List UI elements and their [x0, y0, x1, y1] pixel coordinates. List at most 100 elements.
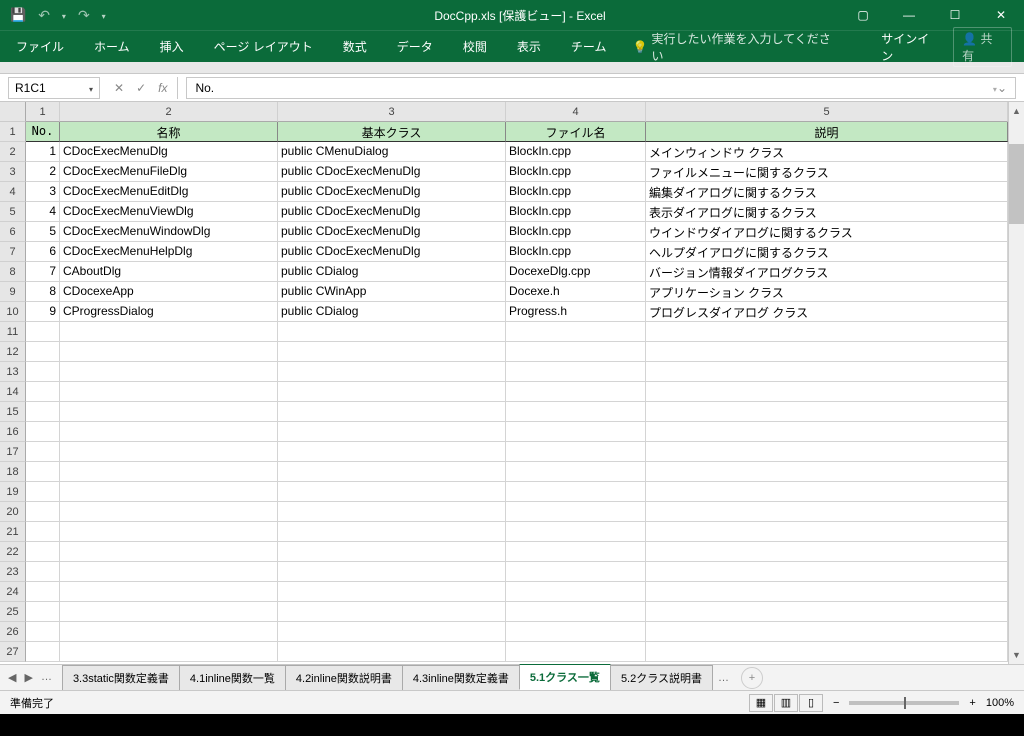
table-row[interactable] [26, 542, 1008, 562]
table-row[interactable] [26, 322, 1008, 342]
minimize-icon[interactable]: — [886, 0, 932, 30]
table-row[interactable] [26, 442, 1008, 462]
cell-desc[interactable]: 表示ダイアログに関するクラス [646, 202, 1008, 222]
cell-no[interactable]: 7 [26, 262, 60, 282]
vertical-scrollbar[interactable]: ▲ ▼ [1008, 102, 1024, 664]
table-row[interactable] [26, 622, 1008, 642]
table-row[interactable]: 6CDocExecMenuHelpDlgpublic CDocExecMenuD… [26, 242, 1008, 262]
fx-icon[interactable]: fx [158, 81, 167, 95]
cell-file[interactable]: BlockIn.cpp [506, 162, 646, 182]
maximize-icon[interactable]: ☐ [932, 0, 978, 30]
cell-file[interactable]: BlockIn.cpp [506, 182, 646, 202]
cell-desc[interactable]: メインウィンドウ クラス [646, 142, 1008, 162]
row-header[interactable]: 6 [0, 222, 26, 242]
cell-no[interactable]: 8 [26, 282, 60, 302]
col-header[interactable]: 5 [646, 102, 1008, 122]
ribbon-tab[interactable]: データ [393, 32, 437, 61]
scroll-up-icon[interactable]: ▲ [1009, 102, 1024, 120]
header-cell[interactable]: No. [26, 122, 60, 142]
cell-base[interactable]: public CDocExecMenuDlg [278, 222, 506, 242]
row-header[interactable]: 24 [0, 582, 26, 602]
ribbon-tab[interactable]: ページ レイアウト [210, 32, 317, 61]
cell-file[interactable]: BlockIn.cpp [506, 142, 646, 162]
sheet-tab[interactable]: 5.2クラス説明書 [610, 665, 713, 690]
row-header[interactable]: 25 [0, 602, 26, 622]
row-header[interactable]: 11 [0, 322, 26, 342]
cell-file[interactable]: BlockIn.cpp [506, 202, 646, 222]
cell-no[interactable]: 4 [26, 202, 60, 222]
table-row[interactable] [26, 342, 1008, 362]
row-header[interactable]: 2 [0, 142, 26, 162]
table-row[interactable] [26, 562, 1008, 582]
cell-no[interactable]: 9 [26, 302, 60, 322]
row-header[interactable]: 18 [0, 462, 26, 482]
col-header[interactable]: 2 [60, 102, 278, 122]
table-row[interactable] [26, 582, 1008, 602]
table-row[interactable]: 9CProgressDialogpublic CDialogProgress.h… [26, 302, 1008, 322]
cell-desc[interactable]: ファイルメニューに関するクラス [646, 162, 1008, 182]
table-header-row[interactable]: No. 名称 基本クラス ファイル名 説明 [26, 122, 1008, 142]
close-icon[interactable]: ✕ [978, 0, 1024, 30]
row-header[interactable]: 27 [0, 642, 26, 662]
cell-name[interactable]: CDocExecMenuViewDlg [60, 202, 278, 222]
row-header[interactable]: 23 [0, 562, 26, 582]
cell-name[interactable]: CProgressDialog [60, 302, 278, 322]
save-icon[interactable] [10, 7, 26, 23]
table-row[interactable]: 1CDocExecMenuDlgpublic CMenuDialogBlockI… [26, 142, 1008, 162]
cell-file[interactable]: Docexe.h [506, 282, 646, 302]
ribbon-tab[interactable]: 表示 [513, 32, 545, 61]
cell-name[interactable]: CDocExecMenuHelpDlg [60, 242, 278, 262]
cell-base[interactable]: public CDocExecMenuDlg [278, 162, 506, 182]
ribbon-collapsed-strip[interactable] [0, 62, 1024, 74]
cell-base[interactable]: public CDocExecMenuDlg [278, 202, 506, 222]
table-row[interactable] [26, 502, 1008, 522]
table-row[interactable]: 5CDocExecMenuWindowDlgpublic CDocExecMen… [26, 222, 1008, 242]
ribbon-tab[interactable]: チーム [567, 32, 611, 61]
cell-name[interactable]: CDocexeApp [60, 282, 278, 302]
table-row[interactable] [26, 362, 1008, 382]
row-header[interactable]: 16 [0, 422, 26, 442]
signin-link[interactable]: サインイン [881, 30, 939, 64]
cells-area[interactable]: No. 名称 基本クラス ファイル名 説明 1CDocExecMenuDlgpu… [26, 122, 1008, 662]
row-header[interactable]: 19 [0, 482, 26, 502]
sheet-nav-more-icon[interactable]: … [41, 671, 52, 684]
cell-no[interactable]: 6 [26, 242, 60, 262]
table-row[interactable]: 7CAboutDlgpublic CDialogDocexeDlg.cppバージ… [26, 262, 1008, 282]
ribbon-tab[interactable]: 数式 [339, 32, 371, 61]
cell-file[interactable]: DocexeDlg.cpp [506, 262, 646, 282]
sheet-tab[interactable]: 4.3inline関数定義書 [402, 665, 520, 690]
row-headers[interactable]: 1234567891011121314151617181920212223242… [0, 122, 26, 662]
row-header[interactable]: 13 [0, 362, 26, 382]
cell-name[interactable]: CDocExecMenuEditDlg [60, 182, 278, 202]
table-row[interactable] [26, 642, 1008, 662]
cell-name[interactable]: CDocExecMenuDlg [60, 142, 278, 162]
formula-input[interactable]: No. ⌄ [186, 77, 1016, 99]
row-header[interactable]: 7 [0, 242, 26, 262]
qat-customize-icon[interactable] [102, 8, 106, 22]
accept-formula-icon[interactable]: ✓ [136, 81, 146, 95]
select-all-corner[interactable] [0, 102, 26, 122]
table-row[interactable] [26, 422, 1008, 442]
row-header[interactable]: 20 [0, 502, 26, 522]
spreadsheet-grid[interactable]: 1 2 3 4 5 123456789101112131415161718192… [0, 102, 1024, 664]
table-row[interactable] [26, 462, 1008, 482]
row-header[interactable]: 14 [0, 382, 26, 402]
cancel-formula-icon[interactable]: ✕ [114, 81, 124, 95]
table-row[interactable]: 8CDocexeApppublic CWinAppDocexe.hアプリケーショ… [26, 282, 1008, 302]
row-header[interactable]: 4 [0, 182, 26, 202]
header-cell[interactable]: ファイル名 [506, 122, 646, 142]
row-header[interactable]: 10 [0, 302, 26, 322]
expand-formula-icon[interactable]: ⌄ [993, 81, 1007, 95]
sheet-nav-prev-icon[interactable]: ◀ [8, 671, 16, 684]
chevron-down-icon[interactable] [89, 81, 93, 95]
table-row[interactable]: 3CDocExecMenuEditDlgpublic CDocExecMenuD… [26, 182, 1008, 202]
col-header[interactable]: 4 [506, 102, 646, 122]
cell-base[interactable]: public CDocExecMenuDlg [278, 182, 506, 202]
sheet-more-icon[interactable]: … [712, 672, 735, 684]
undo-more-icon[interactable] [62, 8, 66, 22]
cell-desc[interactable]: プログレスダイアログ クラス [646, 302, 1008, 322]
cell-name[interactable]: CAboutDlg [60, 262, 278, 282]
row-header[interactable]: 22 [0, 542, 26, 562]
table-row[interactable] [26, 402, 1008, 422]
cell-no[interactable]: 3 [26, 182, 60, 202]
